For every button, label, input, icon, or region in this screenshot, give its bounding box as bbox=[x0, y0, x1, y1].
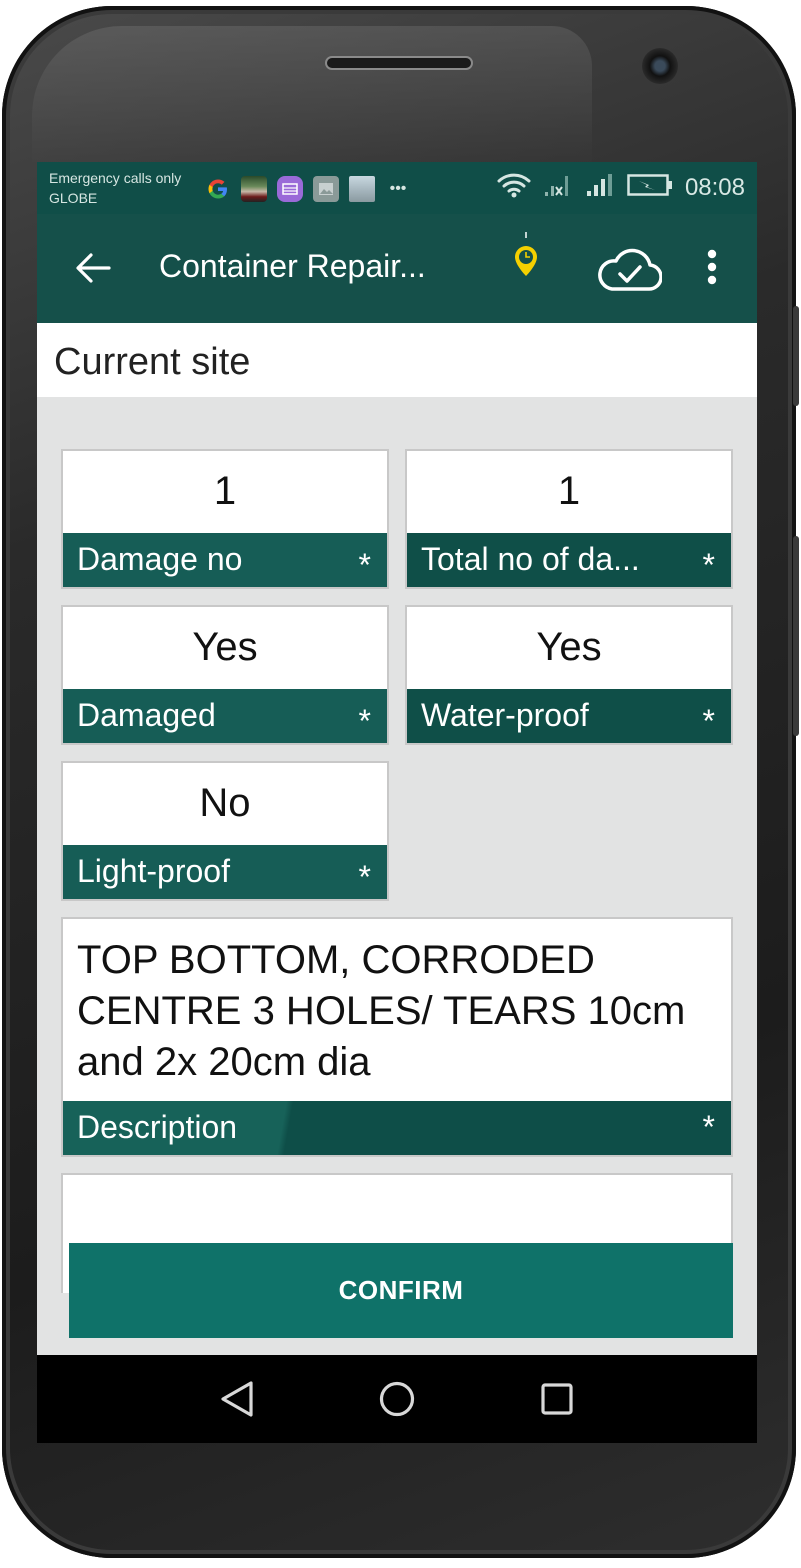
description-label: Description * bbox=[63, 1101, 731, 1155]
current-site-label: Current site bbox=[54, 341, 251, 383]
nav-recents-button[interactable] bbox=[533, 1375, 581, 1423]
phone-speaker bbox=[325, 56, 473, 70]
system-status: 08:08 bbox=[497, 172, 745, 203]
carrier-line-1: Emergency calls only bbox=[49, 170, 182, 186]
nav-home-button[interactable] bbox=[373, 1375, 421, 1423]
sync-button[interactable] bbox=[593, 238, 665, 298]
photo-thumbnail-icon bbox=[349, 176, 375, 202]
page-title: Container Repair... bbox=[159, 248, 426, 284]
required-asterisk: * bbox=[702, 547, 715, 583]
battery-charging-icon bbox=[627, 173, 673, 202]
total-damages-value: 1 bbox=[557, 469, 581, 513]
description-value: TOP BOTTOM, CORRODED CENTRE 3 HOLES/ TEA… bbox=[77, 938, 686, 1084]
damage-no-label-text: Damage no bbox=[77, 541, 243, 577]
more-notifications-icon: ••• bbox=[389, 180, 407, 197]
power-button bbox=[793, 536, 799, 736]
required-asterisk: * bbox=[702, 1109, 715, 1145]
phone-glare bbox=[32, 26, 592, 166]
device-screen: Emergency calls only GLOBE ••• 08:08 Con… bbox=[37, 162, 757, 1443]
carrier-info: Emergency calls only GLOBE bbox=[49, 168, 181, 208]
total-damages-label-text: Total no of da... bbox=[421, 541, 640, 577]
volume-button bbox=[793, 306, 799, 406]
required-asterisk: * bbox=[358, 703, 371, 739]
more-vert-icon bbox=[707, 249, 717, 285]
damage-form: Container no * ISO code * 1 Damage no * … bbox=[37, 323, 757, 1383]
description-field[interactable]: TOP BOTTOM, CORRODED CENTRE 3 HOLES/ TEA… bbox=[61, 917, 733, 1157]
location-button[interactable] bbox=[507, 228, 545, 288]
notification-icons: ••• bbox=[205, 176, 411, 202]
water-proof-label-text: Water-proof bbox=[421, 697, 589, 733]
confirm-button[interactable]: CONFIRM bbox=[69, 1243, 733, 1338]
triangle-back-icon bbox=[221, 1381, 253, 1417]
square-recents-icon bbox=[541, 1383, 573, 1415]
signal-no-service-icon bbox=[543, 172, 573, 203]
description-label-text: Description bbox=[77, 1109, 238, 1145]
video-thumbnail-icon bbox=[241, 176, 267, 202]
carrier-line-2: GLOBE bbox=[49, 190, 98, 206]
clock: 08:08 bbox=[684, 173, 745, 201]
google-icon bbox=[205, 176, 231, 202]
overflow-menu-button[interactable] bbox=[697, 242, 727, 292]
current-site-header: Current site bbox=[37, 323, 757, 397]
required-asterisk: * bbox=[358, 859, 371, 895]
arrow-left-icon bbox=[76, 253, 111, 283]
light-proof-label-text: Light-proof bbox=[77, 853, 230, 889]
total-damages-label: Total no of da... * bbox=[407, 533, 731, 587]
damaged-field[interactable]: Yes Damaged * bbox=[61, 605, 389, 745]
required-asterisk: * bbox=[358, 547, 371, 583]
damage-no-label: Damage no * bbox=[63, 533, 387, 587]
required-asterisk: * bbox=[702, 703, 715, 739]
total-damages-field[interactable]: 1 Total no of da... * bbox=[405, 449, 733, 589]
app-bar: Container Repair... bbox=[37, 214, 757, 323]
water-proof-label: Water-proof * bbox=[407, 689, 731, 743]
circle-home-icon bbox=[379, 1381, 415, 1417]
light-proof-label: Light-proof * bbox=[63, 845, 387, 899]
nav-back-button[interactable] bbox=[213, 1375, 261, 1423]
system-navigation-bar bbox=[37, 1355, 757, 1443]
cloud-check-icon bbox=[598, 248, 662, 291]
signal-strength-icon bbox=[585, 172, 615, 203]
light-proof-field[interactable]: No Light-proof * bbox=[61, 761, 389, 901]
back-button[interactable] bbox=[67, 246, 119, 290]
damaged-value: Yes bbox=[192, 625, 258, 669]
status-bar: Emergency calls only GLOBE ••• 08:08 bbox=[37, 162, 757, 214]
wifi-icon bbox=[497, 172, 531, 203]
damaged-label-text: Damaged bbox=[77, 697, 216, 733]
gallery-icon bbox=[313, 176, 339, 202]
water-proof-value: Yes bbox=[536, 625, 602, 669]
location-clock-pin-icon bbox=[515, 232, 537, 276]
light-proof-value: No bbox=[199, 781, 251, 825]
calendar-app-icon bbox=[277, 176, 303, 202]
damage-no-field[interactable]: 1 Damage no * bbox=[61, 449, 389, 589]
front-camera bbox=[642, 48, 678, 84]
damaged-label: Damaged * bbox=[63, 689, 387, 743]
damage-no-value: 1 bbox=[213, 469, 237, 513]
water-proof-field[interactable]: Yes Water-proof * bbox=[405, 605, 733, 745]
